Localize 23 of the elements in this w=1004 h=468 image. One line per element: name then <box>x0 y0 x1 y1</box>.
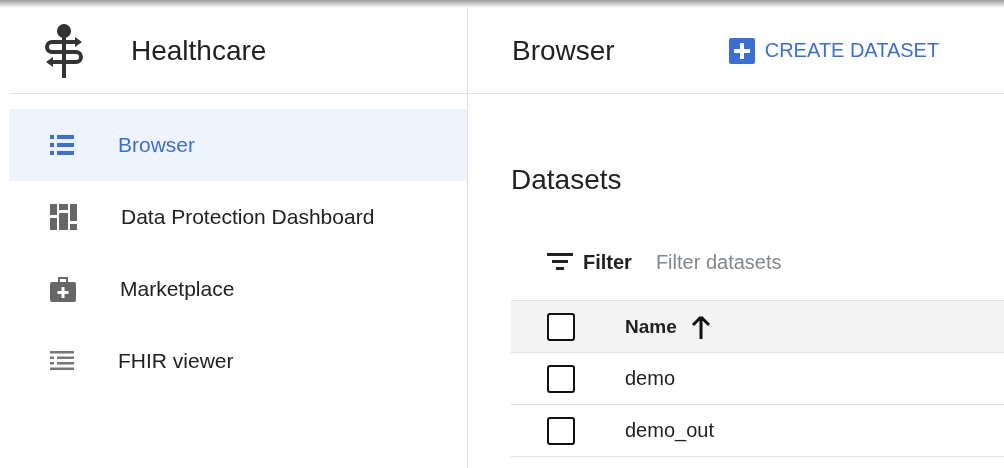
column-header[interactable]: Name <box>625 315 677 338</box>
row-checkbox[interactable] <box>547 416 575 445</box>
medical-bag-icon <box>50 276 76 302</box>
select-all-checkbox[interactable] <box>547 312 575 341</box>
row-checkbox[interactable] <box>547 364 575 393</box>
sidebar-item[interactable]: Browser <box>9 109 467 181</box>
section-title: Datasets <box>511 164 623 196</box>
dashboard-icon <box>50 204 77 230</box>
sort-up-arrow-icon[interactable] <box>690 314 711 339</box>
filter-label: Filter <box>583 250 632 274</box>
sidebar-item[interactable]: FHIR viewer <box>9 325 467 397</box>
table-cell: demo <box>625 367 676 390</box>
caduceus-logo <box>43 23 85 78</box>
list-icon <box>50 134 74 156</box>
filter-icon <box>547 253 573 271</box>
app-title: Healthcare <box>131 34 267 67</box>
indented-list-icon <box>50 351 74 371</box>
page-title: Browser <box>512 34 615 67</box>
sidebar-item[interactable]: Marketplace <box>9 253 467 325</box>
create-dataset-button[interactable]: CREATE DATASET <box>724 33 944 68</box>
sidebar-item[interactable]: Data Protection Dashboard <box>9 181 467 253</box>
table-cell: demo_out <box>625 419 714 442</box>
add-icon <box>728 37 755 64</box>
